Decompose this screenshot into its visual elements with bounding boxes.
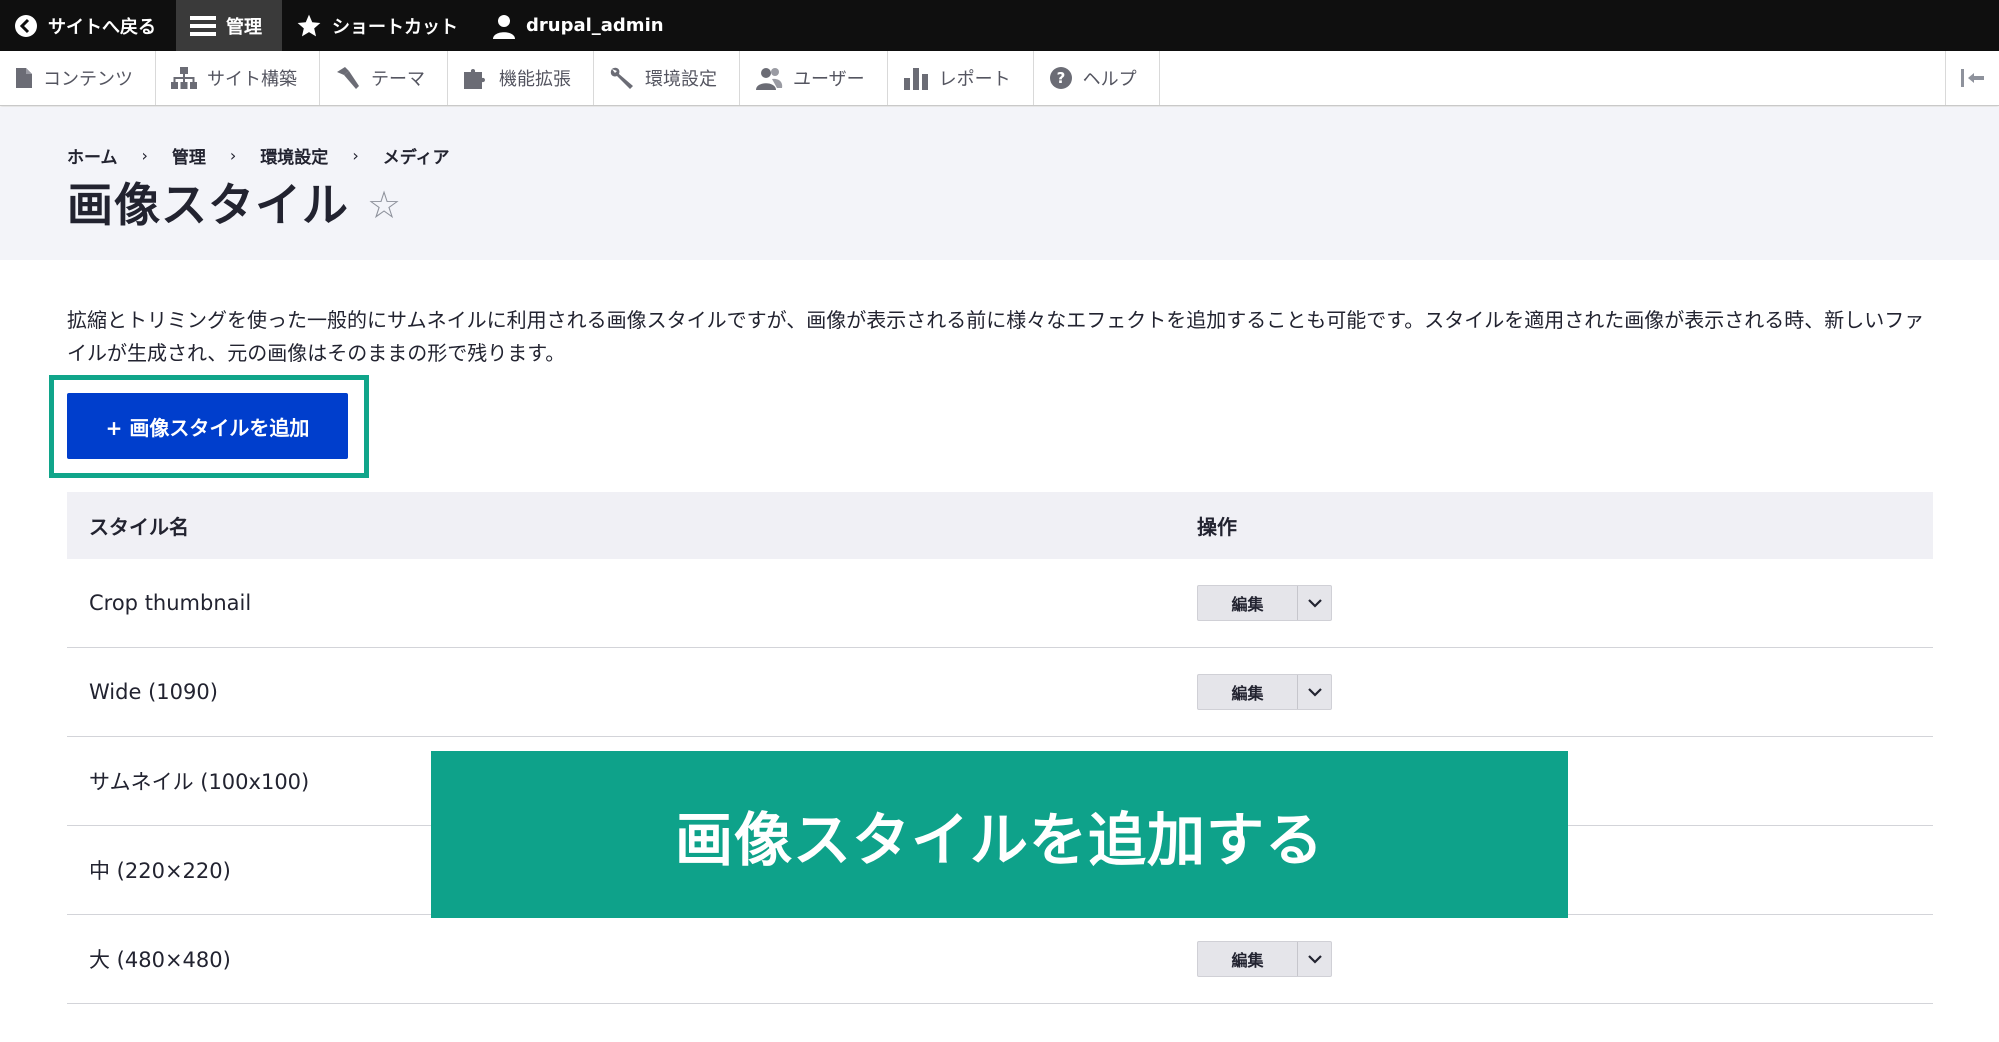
back-to-site-link[interactable]: サイトへ戻る [0,0,176,51]
operations-dropbutton: 編集 [1197,585,1332,621]
edit-button[interactable]: 編集 [1198,675,1298,709]
breadcrumb-link-admin[interactable]: 管理 [172,143,206,168]
add-image-style-button[interactable]: + 画像スタイルを追加 [67,393,348,459]
column-header-operations: 操作 [1197,515,1237,539]
sitemap-icon [171,67,197,89]
tray-item-label: テーマ [371,69,425,90]
tray-item-extend[interactable]: 機能拡張 [448,51,594,105]
breadcrumb-separator: › [141,146,148,165]
style-name-cell: Wide (1090) [89,680,218,704]
table-header: スタイル名 操作 [67,492,1933,559]
file-icon [16,68,32,88]
edit-button[interactable]: 編集 [1198,942,1298,976]
manage-tab[interactable]: 管理 [176,0,282,51]
user-label: drupal_admin [526,15,664,36]
column-header-style-name: スタイル名 [89,515,189,539]
shortcuts-tab[interactable]: ショートカット [282,0,478,51]
edit-button[interactable]: 編集 [1198,586,1298,620]
breadcrumb-link-media[interactable]: メディア [383,143,450,168]
help-icon: ? [1049,67,1072,89]
chevron-left-circle-icon [15,14,37,37]
add-shortcut-star-icon[interactable]: ☆ [367,186,401,224]
breadcrumb-link-config[interactable]: 環境設定 [260,143,328,168]
user-tab[interactable]: drupal_admin [478,0,684,51]
tray-item-label: 機能拡張 [499,69,571,90]
tray-item-label: コンテンツ [43,69,133,90]
collapse-left-icon [1960,69,1984,87]
tray-item-people[interactable]: ユーザー [740,51,888,105]
user-icon [493,14,515,39]
star-icon [297,14,321,36]
paintbrush-icon [337,67,359,89]
tray-item-config[interactable]: 環境設定 [594,51,740,105]
tray-item-label: ヘルプ [1082,69,1137,90]
tray-item-label: 環境設定 [645,69,717,90]
svg-text:?: ? [1056,69,1065,87]
chevron-down-icon [1307,688,1322,697]
banner-text: 画像スタイルを追加する [674,805,1324,874]
breadcrumb: ホーム › 管理 › 環境設定 › メディア [67,143,450,168]
people-icon [756,68,783,90]
puzzle-icon [464,69,485,89]
page-title: 画像スタイル [67,178,349,232]
table-row: Crop thumbnail 編集 [67,559,1933,648]
tray-item-help[interactable]: ? ヘルプ [1034,51,1160,105]
page-description: 拡縮とトリミングを使った一般的にサムネイルに利用される画像スタイルですが、画像が… [67,308,1925,365]
tray-item-structure[interactable]: サイト構築 [156,51,320,105]
bar-chart-icon [903,68,928,90]
tray-item-appearance[interactable]: テーマ [320,51,448,105]
tray-item-content[interactable]: コンテンツ [0,51,156,105]
breadcrumb-link-home[interactable]: ホーム [67,143,118,168]
operations-dropbutton: 編集 [1197,941,1332,977]
admin-toolbar: サイトへ戻る 管理 ショートカット drupal_admin [0,0,1999,51]
style-name-cell: Crop thumbnail [89,591,252,615]
page-header: ホーム › 管理 › 環境設定 › メディア 画像スタイル ☆ [0,107,1999,260]
breadcrumb-separator: › [229,146,237,165]
table-row: 大 (480×480) 編集 [67,915,1933,1004]
title-row: 画像スタイル ☆ [67,169,401,235]
dropbutton-toggle[interactable] [1298,675,1331,709]
table-row: Wide (1090) 編集 [67,648,1933,737]
admin-tray: コンテンツ サイト構築 テーマ 機能拡張 環境設定 ユーザー レポート ? ヘル… [0,51,1999,106]
operations-dropbutton: 編集 [1197,674,1332,710]
shortcuts-label: ショートカット [332,16,458,38]
wrench-icon [610,67,633,89]
hamburger-icon [190,15,216,36]
manage-label: 管理 [226,16,262,38]
tray-item-label: レポート [938,69,1011,90]
chevron-down-icon [1307,599,1322,608]
tray-item-reports[interactable]: レポート [888,51,1034,105]
tray-item-label: ユーザー [793,69,865,90]
overlay-banner: 画像スタイルを追加する [431,751,1568,918]
style-name-cell: 大 (480×480) [89,948,231,972]
breadcrumb-separator: › [352,146,359,165]
dropbutton-toggle[interactable] [1298,942,1331,976]
back-to-site-label: サイトへ戻る [48,16,156,38]
tray-orientation-toggle[interactable] [1945,51,1999,105]
tray-item-label: サイト構築 [207,69,297,90]
chevron-down-icon [1307,955,1322,964]
image-styles-table: スタイル名 操作 Crop thumbnail 編集 Wide (1090) 編… [67,492,1933,1004]
dropbutton-toggle[interactable] [1298,586,1331,620]
